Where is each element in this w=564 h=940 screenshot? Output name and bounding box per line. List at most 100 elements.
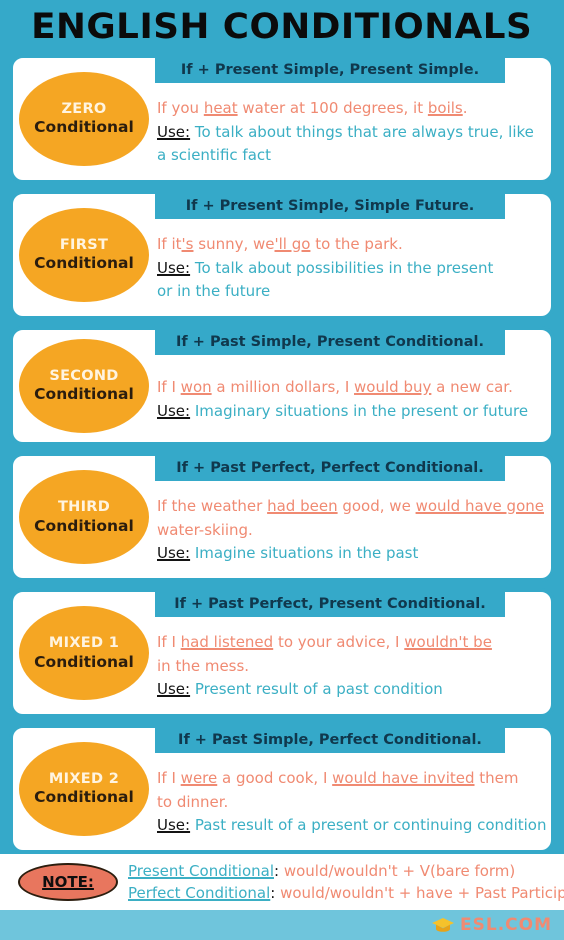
badge-container: SECOND Conditional xyxy=(13,330,155,442)
badge-container: FIRST Conditional xyxy=(13,194,155,316)
conditional-badge: THIRD Conditional xyxy=(19,470,149,565)
use-label: Use: xyxy=(157,816,191,835)
conditional-card-second: SECOND Conditional If + Past Simple, Pre… xyxy=(9,325,555,447)
example-mid: to your advice, I xyxy=(273,633,405,652)
card-body: If + Past Perfect, Present Conditional. … xyxy=(155,592,551,714)
use-line: Use: Imaginary situations in the present… xyxy=(157,400,543,423)
badge-title: ZERO xyxy=(61,101,107,118)
example-post: . xyxy=(462,99,468,118)
conditional-badge: FIRST Conditional xyxy=(19,207,149,302)
badge-subtitle: Conditional xyxy=(34,118,134,137)
example-highlight-2: would have invited xyxy=(332,769,475,788)
badge-subtitle: Conditional xyxy=(34,788,134,807)
example-post: them xyxy=(474,769,519,788)
example-sentence-cont: to dinner. xyxy=(157,792,229,811)
example-pre: If the weather xyxy=(157,497,268,516)
note-section: NOTE: Present Conditional: would/wouldn'… xyxy=(0,854,564,910)
note-line: Perfect Conditional: would/wouldn't + ha… xyxy=(128,883,564,903)
note-line: Present Conditional: would/wouldn't + V(… xyxy=(128,861,564,881)
use-description: To talk about things that are always tru… xyxy=(190,122,534,141)
example-pre: If I xyxy=(157,378,181,397)
example-highlight-1: won xyxy=(180,378,212,397)
conditional-badge: MIXED 2 Conditional xyxy=(19,742,149,837)
example-sentence: If I won a million dollars, I would buy … xyxy=(157,376,543,399)
example-highlight-1: were xyxy=(180,769,218,788)
use-description: Past result of a present or continuing c… xyxy=(190,816,547,835)
example-highlight-2: wouldn't be xyxy=(404,633,492,652)
note-term: Perfect Conditional xyxy=(128,884,271,902)
example-highlight-1: had listened xyxy=(180,633,274,652)
card-body: If + Past Perfect, Perfect Conditional. … xyxy=(155,456,551,578)
use-description-cont: or in the future xyxy=(157,282,271,301)
conditional-badge: MIXED 1 Conditional xyxy=(19,606,149,701)
badge-container: MIXED 1 Conditional xyxy=(13,592,155,714)
badge-subtitle: Conditional xyxy=(34,516,134,535)
formula-banner: If + Present Simple, Present Simple. xyxy=(155,58,505,83)
formula-banner: If + Past Simple, Present Conditional. xyxy=(155,329,505,355)
badge-subtitle: Conditional xyxy=(34,385,134,404)
example-pre: If I xyxy=(157,769,181,788)
graduation-cap-icon xyxy=(432,918,454,932)
conditionals-card-list: ZERO Conditional If + Present Simple, Pr… xyxy=(0,54,564,855)
example-sentence: If it's sunny, we'll go to the park. xyxy=(157,233,543,256)
use-line: Use: Past result of a present or continu… xyxy=(157,814,547,837)
example-mid: a good cook, I xyxy=(217,769,333,788)
use-line: Use: To talk about things that are alway… xyxy=(157,121,543,144)
conditional-card-third: THIRD Conditional If + Past Perfect, Per… xyxy=(9,452,555,583)
conditional-card-zero: ZERO Conditional If + Present Simple, Pr… xyxy=(9,54,555,184)
note-definition: would/wouldn't + V(bare form) xyxy=(279,861,516,880)
brand-label: ESL.COM xyxy=(460,915,552,935)
use-description: Present result of a past condition xyxy=(190,680,443,699)
badge-title: FIRST xyxy=(59,237,109,254)
poster-title-bar: ENGLISH CONDITIONALS xyxy=(0,0,564,54)
use-label: Use: xyxy=(157,401,191,420)
card-body: If + Present Simple, Present Simple. If … xyxy=(155,58,551,180)
example-highlight-2: would buy xyxy=(354,378,432,397)
use-line: Use: Imagine situations in the past xyxy=(157,542,543,565)
example-pre: If you xyxy=(157,99,204,118)
badge-container: THIRD Conditional xyxy=(13,456,155,578)
card-lines: If the weather had been good, we would h… xyxy=(155,481,544,578)
example-sentence: If the weather had been good, we would h… xyxy=(157,495,544,518)
example-sentence-cont: in the mess. xyxy=(157,656,250,675)
example-highlight-1: heat xyxy=(203,99,238,118)
formula-banner: If + Past Perfect, Present Conditional. xyxy=(155,592,505,618)
use-description: To talk about possibilities in the prese… xyxy=(190,258,494,277)
badge-container: MIXED 2 Conditional xyxy=(13,728,155,850)
use-label: Use: xyxy=(157,258,191,277)
example-mid: water at 100 degrees, it xyxy=(237,99,428,118)
badge-title: MIXED 2 xyxy=(48,771,120,788)
badge-title: MIXED 1 xyxy=(48,635,120,652)
example-mid: good, we xyxy=(337,497,416,516)
note-line-list: Present Conditional: would/wouldn't + V(… xyxy=(128,861,564,904)
page-title: ENGLISH CONDITIONALS xyxy=(31,7,533,47)
example-pre: If I xyxy=(157,633,181,652)
badge-title: SECOND xyxy=(49,368,119,385)
example-post: a new car. xyxy=(431,378,513,397)
example-highlight-2: 'll go xyxy=(274,235,311,254)
conditional-card-mixed-2: MIXED 2 Conditional If + Past Simple, Pe… xyxy=(9,724,555,855)
badge-subtitle: Conditional xyxy=(34,254,134,273)
formula-banner: If + Past Simple, Perfect Conditional. xyxy=(155,728,505,754)
example-mid: sunny, we xyxy=(193,235,275,254)
card-lines: If I won a million dollars, I would buy … xyxy=(155,355,543,442)
example-highlight-2: would have gone xyxy=(415,497,544,516)
example-sentence-cont: water-skiing. xyxy=(157,520,253,539)
use-description: Imaginary situations in the present or f… xyxy=(190,401,529,420)
use-line: Use: To talk about possibilities in the … xyxy=(157,257,543,280)
example-highlight-1: 's xyxy=(181,235,194,254)
card-lines: If I were a good cook, I would have invi… xyxy=(155,753,547,850)
formula-banner: If + Past Perfect, Perfect Conditional. xyxy=(155,456,505,482)
note-badge: NOTE: xyxy=(18,863,118,901)
conditional-badge: SECOND Conditional xyxy=(19,339,149,434)
example-highlight-2: boils xyxy=(427,99,463,118)
conditional-card-mixed-1: MIXED 1 Conditional If + Past Perfect, P… xyxy=(9,588,555,719)
card-lines: If you heat water at 100 degrees, it boi… xyxy=(155,83,543,180)
example-post: to the park. xyxy=(310,235,403,254)
use-description-cont: a scientific fact xyxy=(157,146,272,165)
badge-subtitle: Conditional xyxy=(34,652,134,671)
note-term: Present Conditional xyxy=(128,861,274,880)
example-sentence: If I were a good cook, I would have invi… xyxy=(157,767,543,790)
card-lines: If it's sunny, we'll go to the park. Use… xyxy=(155,219,543,316)
use-label: Use: xyxy=(157,680,191,699)
